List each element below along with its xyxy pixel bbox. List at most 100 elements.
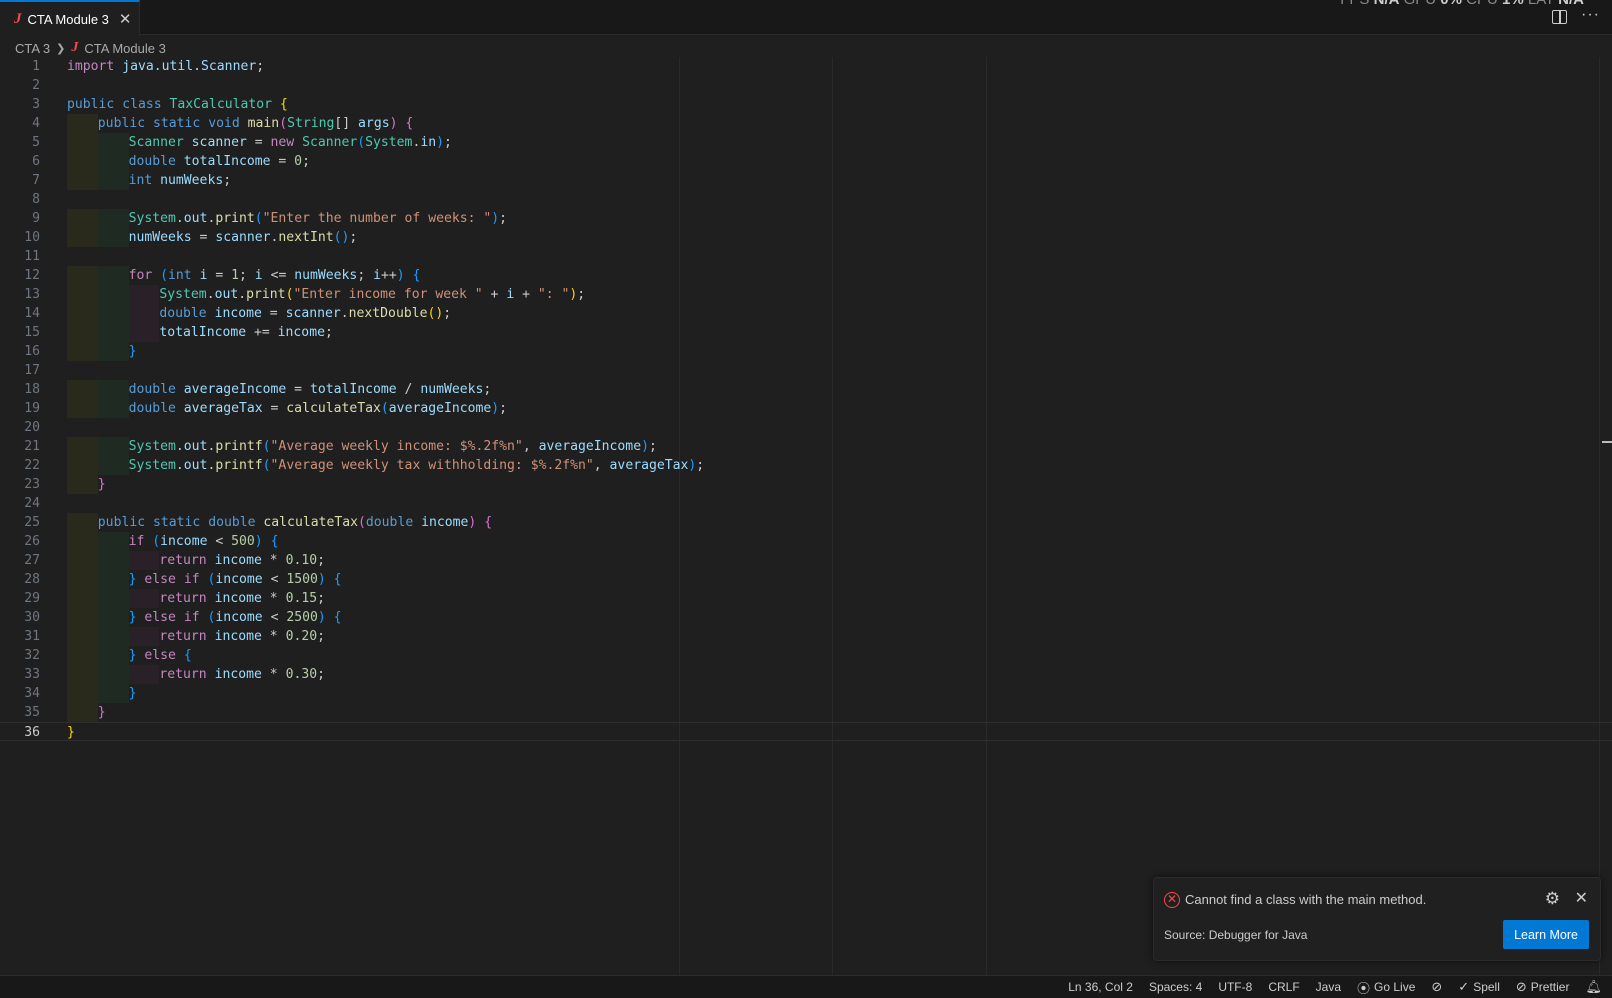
code-line[interactable]: 32} else {	[0, 646, 1612, 665]
line-number: 4	[32, 116, 40, 131]
code-line[interactable]: 28} else if (income < 1500) {	[0, 570, 1612, 589]
indent-guide	[97, 646, 129, 665]
code-line[interactable]: 24	[0, 494, 1612, 513]
indent-guide	[67, 703, 98, 722]
indent-guide	[128, 589, 160, 608]
indent-guide	[128, 551, 160, 570]
line-number: 35	[24, 705, 40, 720]
line-number: 1	[32, 59, 40, 74]
code-line[interactable]: 27 return income * 0.10;	[0, 551, 1612, 570]
spell-check-button[interactable]: ✓ Spell	[1458, 979, 1500, 995]
indent-guide	[97, 627, 129, 646]
code-line[interactable]: 8	[0, 190, 1612, 209]
copilot-status[interactable]: ⊘	[1431, 979, 1442, 995]
code-line[interactable]: 29 return income * 0.15;	[0, 589, 1612, 608]
line-number: 31	[24, 629, 40, 644]
indent-guide	[97, 665, 129, 684]
code-line[interactable]: 10 numWeeks = scanner.nextInt();	[0, 228, 1612, 247]
code-text: public class TaxCalculator {	[67, 97, 288, 112]
code-line[interactable]: 17	[0, 361, 1612, 380]
code-line[interactable]: 21 System.out.printf("Average weekly inco…	[0, 437, 1612, 456]
code-line[interactable]: 35}	[0, 703, 1612, 722]
code-line[interactable]: 26 if (income < 500) {	[0, 532, 1612, 551]
code-text: return income * 0.10;	[159, 553, 325, 568]
line-number: 2	[32, 78, 40, 93]
spell-label: Spell	[1473, 980, 1500, 994]
line-source: Scanner scanner = new Scanner(System.in)…	[67, 133, 452, 152]
code-line[interactable]: 6 double totalIncome = 0;	[0, 152, 1612, 171]
code-line[interactable]: 11	[0, 247, 1612, 266]
code-line[interactable]: 2	[0, 76, 1612, 95]
code-editor[interactable]: 1 import java.util.Scanner; 2 3 public class…	[0, 57, 1612, 975]
code-line[interactable]: 1 import java.util.Scanner;	[0, 57, 1612, 76]
code-text: System.out.printf("Average weekly tax wi…	[128, 458, 705, 473]
code-line[interactable]: 12 for (int i = 1; i <= numWeeks; i++) {	[0, 266, 1612, 285]
indent-guide	[67, 551, 98, 570]
editor-tab-cta-module-3[interactable]: J CTA Module 3 ✕	[0, 0, 140, 36]
code-line[interactable]: 4 public static void main(String[] args) …	[0, 114, 1612, 133]
system-monitor-readout: FPS N/A GPU 0% CPU 1% LAT N/A	[1340, 0, 1584, 8]
indent-guide	[67, 646, 98, 665]
indent-guide	[97, 570, 129, 589]
notifications-button[interactable]: 🔔︎	[1585, 979, 1602, 995]
line-number: 5	[32, 135, 40, 150]
prettier-button[interactable]: ⊘ Prettier	[1516, 979, 1570, 995]
indent-guide	[67, 133, 98, 152]
line-source: if (income < 500) {	[67, 532, 278, 551]
line-number: 36	[24, 725, 40, 740]
split-editor-icon[interactable]	[1552, 10, 1568, 24]
code-line[interactable]: 31 return income * 0.20;	[0, 627, 1612, 646]
breadcrumb-folder[interactable]: CTA 3	[15, 41, 50, 56]
code-line[interactable]: 5 Scanner scanner = new Scanner(System.in…	[0, 133, 1612, 152]
close-icon[interactable]: ✕	[1575, 888, 1588, 908]
code-line[interactable]: 9 System.out.print("Enter the number of w…	[0, 209, 1612, 228]
code-line[interactable]: 23}	[0, 475, 1612, 494]
line-ending[interactable]: CRLF	[1268, 980, 1299, 994]
code-line[interactable]: 33 return income * 0.30;	[0, 665, 1612, 684]
notification-source: Source: Debugger for Java	[1164, 928, 1308, 942]
indent-guide	[67, 171, 98, 190]
code-line[interactable]: 25 public static double calculateTax(doub…	[0, 513, 1612, 532]
line-source: int numWeeks;	[67, 171, 231, 190]
indent-guide	[97, 437, 129, 456]
language-mode[interactable]: Java	[1316, 980, 1341, 994]
code-line[interactable]: 13 System.out.print("Enter income for wee…	[0, 285, 1612, 304]
code-line[interactable]: 15 totalIncome += income;	[0, 323, 1612, 342]
more-actions-icon[interactable]: ···	[1581, 7, 1600, 24]
indent-guide	[67, 114, 98, 133]
code-line[interactable]: 22 System.out.printf("Average weekly tax …	[0, 456, 1612, 475]
line-source: }	[67, 723, 75, 742]
line-source: public class TaxCalculator {	[67, 95, 288, 114]
code-line[interactable]: 3 public class TaxCalculator {	[0, 95, 1612, 114]
code-line[interactable]: 30} else if (income < 2500) {	[0, 608, 1612, 627]
go-live-button[interactable]: ⦿ Go Live	[1357, 978, 1415, 997]
code-line[interactable]: 36}	[0, 722, 1612, 741]
learn-more-button[interactable]: Learn More	[1503, 920, 1589, 949]
gear-icon[interactable]: ⚙	[1545, 889, 1560, 909]
code-lines: 1 import java.util.Scanner; 2 3 public class…	[0, 57, 1612, 741]
breadcrumb-file[interactable]: CTA Module 3	[84, 41, 165, 56]
code-text: return income * 0.20;	[159, 629, 325, 644]
line-number: 19	[24, 401, 40, 416]
line-number: 7	[32, 173, 40, 188]
indentation[interactable]: Spaces: 4	[1149, 980, 1202, 994]
code-line[interactable]: 7 int numWeeks;	[0, 171, 1612, 190]
line-source: double income = scanner.nextDouble();	[67, 304, 451, 323]
code-line[interactable]: 14 double income = scanner.nextDouble();	[0, 304, 1612, 323]
close-icon[interactable]: ✕	[119, 10, 132, 28]
line-source: import java.util.Scanner;	[67, 57, 264, 76]
code-line[interactable]: 18 double averageIncome = totalIncome / n…	[0, 380, 1612, 399]
code-text: }	[128, 344, 137, 359]
code-line[interactable]: 20	[0, 418, 1612, 437]
chevron-right-icon: ❯	[56, 42, 66, 55]
line-number: 30	[24, 610, 40, 625]
code-line[interactable]: 34}	[0, 684, 1612, 703]
code-line[interactable]: 16}	[0, 342, 1612, 361]
indent-guide	[97, 133, 129, 152]
code-line[interactable]: 19 double averageTax = calculateTax(avera…	[0, 399, 1612, 418]
tab-label: CTA Module 3	[27, 11, 109, 27]
encoding[interactable]: UTF-8	[1218, 980, 1252, 994]
indent-guide	[97, 456, 129, 475]
error-notification: ✕ Cannot find a class with the main meth…	[1153, 877, 1601, 961]
cursor-position[interactable]: Ln 36, Col 2	[1068, 980, 1133, 994]
